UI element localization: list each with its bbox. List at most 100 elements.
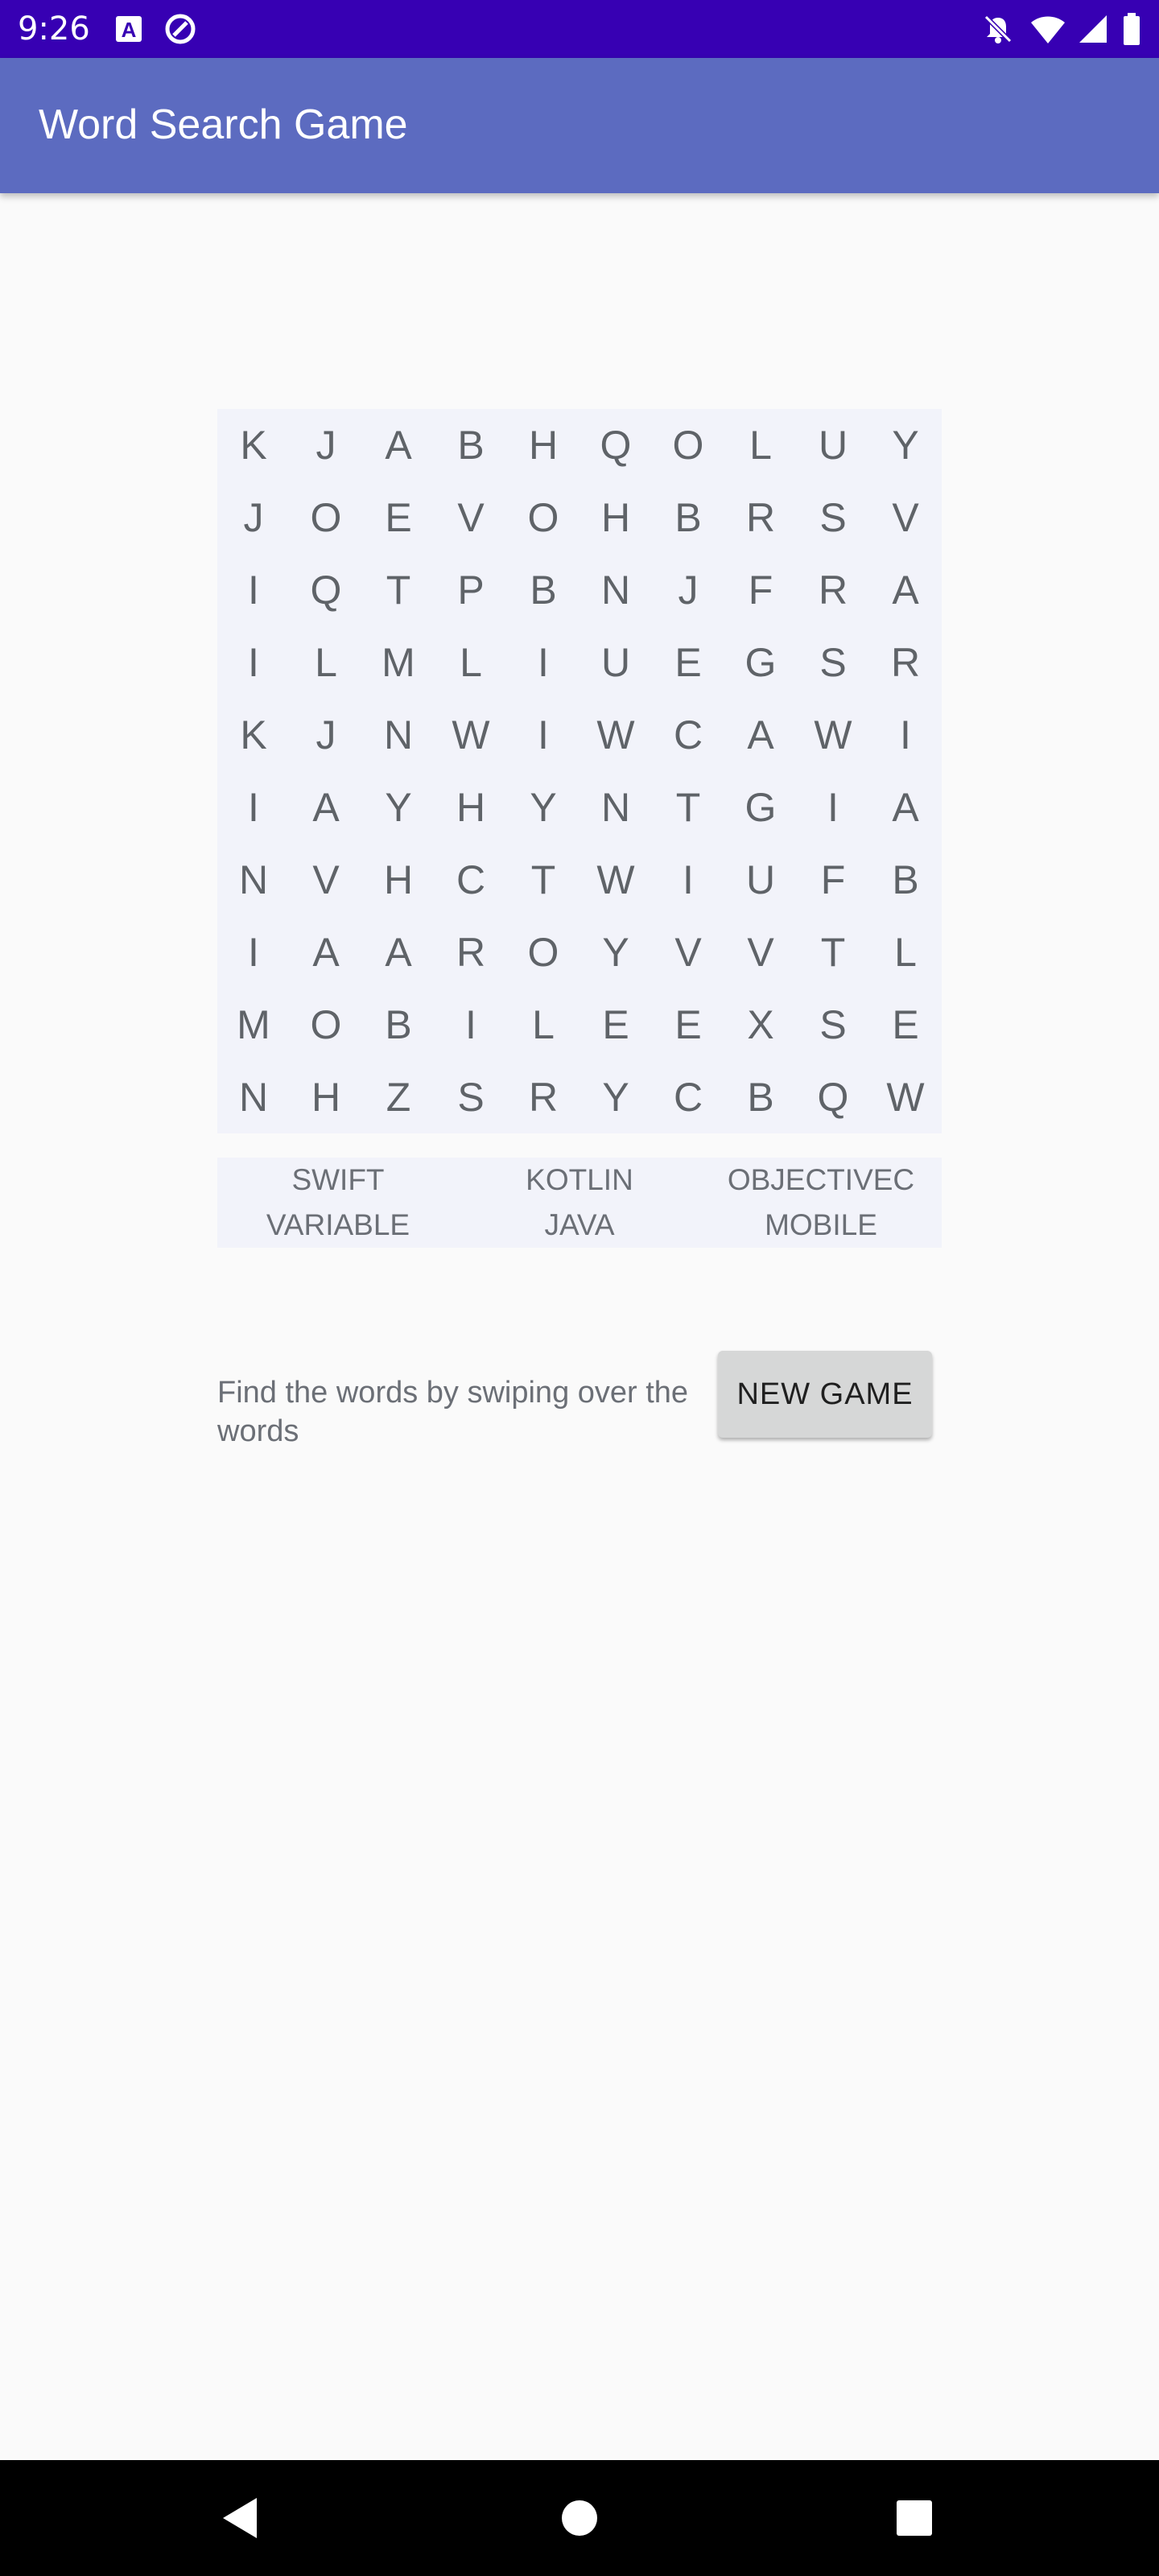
grid-cell[interactable]: I — [797, 771, 869, 844]
grid-cell[interactable]: K — [217, 409, 290, 481]
home-icon[interactable] — [554, 2492, 605, 2544]
grid-cell[interactable]: W — [435, 699, 507, 771]
grid-cell[interactable]: W — [580, 699, 652, 771]
grid-cell[interactable]: A — [362, 916, 435, 989]
grid-cell[interactable]: V — [869, 481, 942, 554]
grid-cell[interactable]: H — [435, 771, 507, 844]
grid-cell[interactable]: Y — [362, 771, 435, 844]
grid-cell[interactable]: W — [797, 699, 869, 771]
recents-icon[interactable] — [889, 2492, 940, 2544]
grid-cell[interactable]: V — [435, 481, 507, 554]
grid-cell[interactable]: N — [217, 1061, 290, 1133]
grid-cell[interactable]: T — [362, 554, 435, 626]
grid-cell[interactable]: A — [362, 409, 435, 481]
grid-cell[interactable]: S — [435, 1061, 507, 1133]
grid-cell[interactable]: V — [724, 916, 797, 989]
grid-cell[interactable]: I — [869, 699, 942, 771]
grid-cell[interactable]: O — [507, 481, 580, 554]
grid-cell[interactable]: R — [797, 554, 869, 626]
grid-cell[interactable]: E — [652, 989, 724, 1061]
grid-cell[interactable]: C — [652, 1061, 724, 1133]
grid-cell[interactable]: P — [435, 554, 507, 626]
grid-cell[interactable]: B — [869, 844, 942, 916]
grid-cell[interactable]: Q — [290, 554, 362, 626]
grid-cell[interactable]: W — [869, 1061, 942, 1133]
grid-cell[interactable]: C — [435, 844, 507, 916]
grid-cell[interactable]: O — [507, 916, 580, 989]
grid-cell[interactable]: I — [652, 844, 724, 916]
grid-cell[interactable]: A — [724, 699, 797, 771]
grid-cell[interactable]: U — [724, 844, 797, 916]
grid-cell[interactable]: V — [652, 916, 724, 989]
grid-cell[interactable]: I — [217, 626, 290, 699]
grid-cell[interactable]: F — [724, 554, 797, 626]
grid-cell[interactable]: N — [217, 844, 290, 916]
grid-cell[interactable]: O — [652, 409, 724, 481]
grid-cell[interactable]: Q — [797, 1061, 869, 1133]
grid-cell[interactable]: I — [217, 916, 290, 989]
grid-cell[interactable]: V — [290, 844, 362, 916]
grid-cell[interactable]: M — [362, 626, 435, 699]
grid-cell[interactable]: Z — [362, 1061, 435, 1133]
grid-cell[interactable]: E — [652, 626, 724, 699]
grid-cell[interactable]: Y — [580, 916, 652, 989]
grid-cell[interactable]: Q — [580, 409, 652, 481]
grid-cell[interactable]: L — [507, 989, 580, 1061]
grid-cell[interactable]: A — [869, 554, 942, 626]
word-search-grid[interactable]: KJABHQOLUYJOEVOHBRSVIQTPBNJFRAILMLIUEGSR… — [217, 409, 942, 1133]
new-game-button[interactable]: NEW GAME — [718, 1351, 932, 1438]
grid-cell[interactable]: N — [580, 771, 652, 844]
grid-cell[interactable]: R — [507, 1061, 580, 1133]
grid-cell[interactable]: S — [797, 481, 869, 554]
grid-cell[interactable]: N — [362, 699, 435, 771]
grid-cell[interactable]: B — [652, 481, 724, 554]
grid-cell[interactable]: I — [435, 989, 507, 1061]
grid-cell[interactable]: I — [507, 699, 580, 771]
grid-cell[interactable]: T — [652, 771, 724, 844]
grid-cell[interactable]: Y — [869, 409, 942, 481]
grid-cell[interactable]: R — [435, 916, 507, 989]
grid-cell[interactable]: C — [652, 699, 724, 771]
grid-cell[interactable]: E — [869, 989, 942, 1061]
grid-cell[interactable]: B — [362, 989, 435, 1061]
grid-cell[interactable]: J — [652, 554, 724, 626]
grid-cell[interactable]: M — [217, 989, 290, 1061]
grid-cell[interactable]: O — [290, 989, 362, 1061]
back-icon[interactable] — [214, 2492, 266, 2544]
grid-cell[interactable]: G — [724, 771, 797, 844]
grid-cell[interactable]: J — [290, 699, 362, 771]
grid-cell[interactable]: K — [217, 699, 290, 771]
grid-cell[interactable]: G — [724, 626, 797, 699]
grid-cell[interactable]: Y — [580, 1061, 652, 1133]
grid-cell[interactable]: R — [869, 626, 942, 699]
grid-cell[interactable]: A — [290, 771, 362, 844]
grid-cell[interactable]: E — [580, 989, 652, 1061]
grid-cell[interactable]: J — [290, 409, 362, 481]
grid-cell[interactable]: U — [797, 409, 869, 481]
grid-cell[interactable]: E — [362, 481, 435, 554]
grid-cell[interactable]: O — [290, 481, 362, 554]
grid-cell[interactable]: N — [580, 554, 652, 626]
grid-cell[interactable]: R — [724, 481, 797, 554]
grid-cell[interactable]: L — [290, 626, 362, 699]
grid-cell[interactable]: H — [507, 409, 580, 481]
grid-cell[interactable]: B — [507, 554, 580, 626]
grid-cell[interactable]: B — [435, 409, 507, 481]
grid-cell[interactable]: S — [797, 626, 869, 699]
grid-cell[interactable]: A — [290, 916, 362, 989]
grid-cell[interactable]: L — [724, 409, 797, 481]
grid-cell[interactable]: S — [797, 989, 869, 1061]
grid-cell[interactable]: W — [580, 844, 652, 916]
grid-cell[interactable]: U — [580, 626, 652, 699]
grid-cell[interactable]: X — [724, 989, 797, 1061]
grid-cell[interactable]: A — [869, 771, 942, 844]
grid-cell[interactable]: I — [217, 554, 290, 626]
grid-cell[interactable]: H — [290, 1061, 362, 1133]
grid-cell[interactable]: L — [435, 626, 507, 699]
grid-cell[interactable]: L — [869, 916, 942, 989]
grid-cell[interactable]: H — [362, 844, 435, 916]
grid-cell[interactable]: I — [507, 626, 580, 699]
grid-cell[interactable]: I — [217, 771, 290, 844]
grid-cell[interactable]: F — [797, 844, 869, 916]
grid-cell[interactable]: J — [217, 481, 290, 554]
